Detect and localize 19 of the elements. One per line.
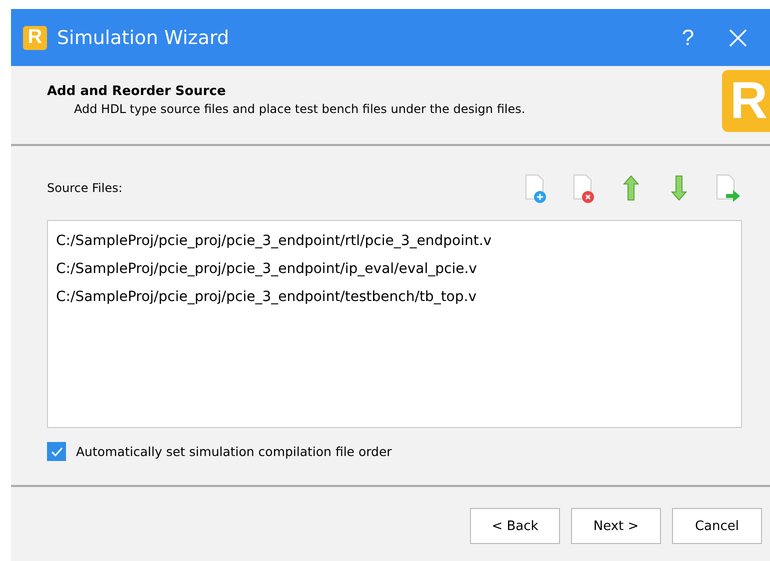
page-subtitle: Add HDL type source files and place test bench files under the design files. bbox=[74, 102, 526, 116]
checkbox[interactable] bbox=[47, 442, 66, 461]
checkbox-label: Automatically set simulation compilation file order bbox=[76, 444, 392, 459]
file-item[interactable]: C:/SampleProj/pcie_proj/pcie_3_endpoint/rtl/pcie_3_endpoint.v bbox=[56, 227, 733, 255]
file-item[interactable]: C:/SampleProj/pcie_proj/pcie_3_endpoint/testbench/tb_top.v bbox=[56, 283, 733, 311]
file-item[interactable]: C:/SampleProj/pcie_proj/pcie_3_endpoint/ip_eval/eval_pcie.v bbox=[56, 255, 733, 283]
wizard-button[interactable]: Cancel bbox=[672, 508, 762, 544]
page-title: Add and Reorder Source bbox=[47, 84, 227, 99]
wizard-button[interactable]: Next > bbox=[571, 508, 661, 544]
help-button[interactable]: ? bbox=[668, 18, 708, 58]
down-arrow-icon bbox=[671, 175, 687, 201]
up-arrow-icon bbox=[623, 175, 639, 201]
close-icon bbox=[729, 28, 747, 46]
header-logo: R bbox=[722, 70, 770, 132]
source-files-label: Source Files: bbox=[47, 181, 122, 195]
window-title: Simulation Wizard bbox=[57, 26, 230, 48]
app-logo: R bbox=[23, 26, 47, 50]
check-icon bbox=[50, 446, 62, 456]
wizard-button[interactable]: < Back bbox=[470, 508, 560, 544]
